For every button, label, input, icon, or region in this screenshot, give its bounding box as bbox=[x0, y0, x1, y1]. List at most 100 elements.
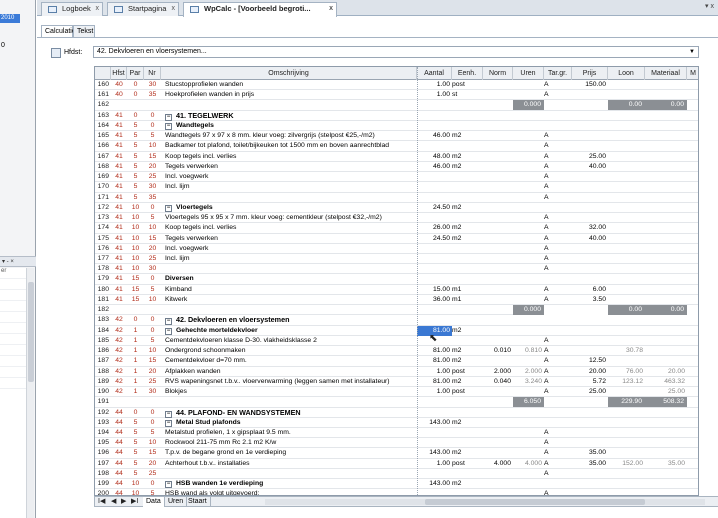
cell-l[interactable] bbox=[608, 418, 645, 428]
table-row[interactable]: 185 42 1 5 Cementdekvloeren klasse D-30. vla… bbox=[95, 336, 698, 347]
cell-u[interactable] bbox=[513, 438, 544, 448]
cell-p[interactable]: 10 bbox=[127, 213, 144, 223]
cell-m[interactable] bbox=[645, 203, 687, 213]
cell-e[interactable]: m2 bbox=[452, 356, 483, 366]
cell-u[interactable] bbox=[513, 213, 544, 223]
cell-omschrijving[interactable]: Tegels verwerken bbox=[165, 162, 417, 172]
cell-m[interactable] bbox=[645, 408, 687, 418]
cell-pr[interactable]: 20.00 bbox=[572, 367, 608, 377]
cell-a[interactable]: 143.00 bbox=[417, 479, 452, 489]
cell-no[interactable]: 0.010 bbox=[483, 346, 513, 356]
cell-pr[interactable]: 25.00 bbox=[572, 152, 608, 162]
cell-p[interactable]: 5 bbox=[127, 438, 144, 448]
cell-omschrijving[interactable]: Hoekprofielen wanden in prijs bbox=[165, 90, 417, 100]
cell-n[interactable]: 170 bbox=[95, 182, 111, 192]
cell-h[interactable]: 42 bbox=[111, 367, 127, 377]
cell-h[interactable]: 44 bbox=[111, 418, 127, 428]
cell-p[interactable]: 1 bbox=[127, 356, 144, 366]
cell-pr[interactable]: 150.00 bbox=[572, 80, 608, 90]
cell-a[interactable] bbox=[417, 172, 452, 182]
list-item[interactable] bbox=[0, 345, 26, 356]
column-header[interactable]: Omschrijving bbox=[161, 67, 417, 80]
cell-h[interactable]: 42 bbox=[111, 377, 127, 387]
cell-m[interactable] bbox=[645, 152, 687, 162]
table-row[interactable]: 172 41 10 0− Vloertegels 24.50 m2 bbox=[95, 203, 698, 214]
collapse-icon[interactable]: − bbox=[165, 318, 172, 326]
cell-n[interactable]: 188 bbox=[95, 367, 111, 377]
cell-r[interactable]: 5 bbox=[144, 489, 161, 495]
first-record-button[interactable]: I◀ bbox=[98, 497, 105, 507]
cell-t[interactable] bbox=[544, 111, 572, 121]
cell-no[interactable] bbox=[483, 193, 513, 203]
scroll-thumb[interactable] bbox=[425, 499, 645, 505]
cell-p[interactable]: 15 bbox=[127, 274, 144, 284]
cell-r[interactable]: 30 bbox=[144, 182, 161, 192]
tab-calculatie[interactable]: Calculatie bbox=[41, 25, 76, 37]
cell-l[interactable] bbox=[608, 285, 645, 295]
cell-r[interactable]: 25 bbox=[144, 254, 161, 264]
table-row[interactable]: 171 41 5 35 A bbox=[95, 193, 698, 203]
cell-p[interactable]: 5 bbox=[127, 172, 144, 182]
cell-e[interactable] bbox=[452, 315, 483, 325]
collapse-icon[interactable]: − bbox=[165, 122, 172, 130]
list-item[interactable] bbox=[0, 290, 26, 301]
cell-no[interactable] bbox=[483, 336, 513, 346]
cell-p[interactable]: 5 bbox=[127, 418, 144, 428]
cell-u[interactable] bbox=[513, 408, 544, 418]
cell-n[interactable]: 178 bbox=[95, 264, 111, 274]
cell-e[interactable] bbox=[452, 193, 483, 203]
cell-t[interactable]: A bbox=[544, 336, 572, 346]
cell-omschrijving[interactable]: Kimband bbox=[165, 285, 417, 295]
cell-no[interactable]: 0.040 bbox=[483, 377, 513, 387]
cell-e[interactable] bbox=[452, 428, 483, 438]
cell-m[interactable] bbox=[645, 193, 687, 203]
cell-l[interactable] bbox=[608, 489, 645, 495]
column-header[interactable] bbox=[95, 67, 111, 80]
cell-omschrijving[interactable]: Koop tegels incl. verlies bbox=[165, 152, 417, 162]
cell-omschrijving[interactable]: Wandtegels 97 x 97 x 8 mm. kleur voeg: z… bbox=[165, 131, 417, 141]
cell-n[interactable]: 160 bbox=[95, 80, 111, 90]
cell-no[interactable] bbox=[483, 326, 513, 336]
cell-omschrijving[interactable]: Diversen bbox=[165, 274, 417, 284]
cell-p[interactable]: 10 bbox=[127, 234, 144, 244]
list-item[interactable] bbox=[0, 334, 26, 345]
table-row[interactable]: 163 41 0 0−41. TEGELWERK bbox=[95, 111, 698, 121]
cell-a[interactable] bbox=[417, 438, 452, 448]
table-row[interactable]: 187 42 1 15 Cementdekvloer d=70 mm. 81.00 m2 A 1… bbox=[95, 356, 698, 367]
cell-t[interactable]: A bbox=[544, 264, 572, 274]
table-row[interactable]: 167 41 5 15 Koop tegels incl. verlies 48.00 m2… bbox=[95, 152, 698, 162]
cell-l[interactable] bbox=[608, 295, 645, 305]
cell-t[interactable]: A bbox=[544, 346, 572, 356]
cell-a[interactable]: 46.00 bbox=[417, 162, 452, 172]
cell-u[interactable] bbox=[513, 203, 544, 213]
cell-h[interactable]: 42 bbox=[111, 336, 127, 346]
cell-e[interactable] bbox=[452, 274, 483, 284]
cell-l[interactable] bbox=[608, 182, 645, 192]
cell-l[interactable]: 123.12 bbox=[608, 377, 645, 387]
cell-n[interactable]: 190 bbox=[95, 387, 111, 397]
cell-r[interactable]: 0 bbox=[144, 111, 161, 121]
cell-t[interactable]: A bbox=[544, 377, 572, 387]
cell-h[interactable]: 41 bbox=[111, 213, 127, 223]
cell-no[interactable] bbox=[483, 448, 513, 458]
cell-m[interactable]: 508.32 bbox=[645, 397, 687, 408]
cell-pr[interactable]: 12.50 bbox=[572, 356, 608, 366]
cell-omschrijving[interactable]: − HSB wanden 1e verdieping bbox=[165, 479, 417, 489]
cell-l[interactable] bbox=[608, 131, 645, 141]
cell-omschrijving[interactable]: Incl. voegwerk bbox=[165, 244, 417, 254]
cell-l[interactable] bbox=[608, 203, 645, 213]
cell-h[interactable]: 41 bbox=[111, 203, 127, 213]
cell-m[interactable] bbox=[645, 326, 687, 336]
cell-u[interactable] bbox=[513, 80, 544, 90]
cell-no[interactable]: 2.000 bbox=[483, 367, 513, 377]
cell-u[interactable]: 0.000 bbox=[513, 100, 544, 111]
cell-no[interactable] bbox=[483, 274, 513, 284]
table-row[interactable]: 186 42 1 10 Ondergrond schoonmaken 81.00 m2 0.0… bbox=[95, 346, 698, 357]
table-row[interactable]: 197 44 5 20 Achterhout t.b.v.. installaties 1… bbox=[95, 459, 698, 469]
left-selected-item[interactable]: 2010 bbox=[0, 14, 20, 23]
cell-a[interactable] bbox=[417, 264, 452, 274]
cell-pr[interactable] bbox=[572, 479, 608, 489]
cell-p[interactable]: 5 bbox=[127, 193, 144, 203]
table-row[interactable]: 166 41 5 10 Badkamer tot plafond, toilet/bij… bbox=[95, 141, 698, 152]
cell-omschrijving[interactable]: RVS wapeningsnet t.b.v.. vloerverwarming… bbox=[165, 377, 417, 387]
